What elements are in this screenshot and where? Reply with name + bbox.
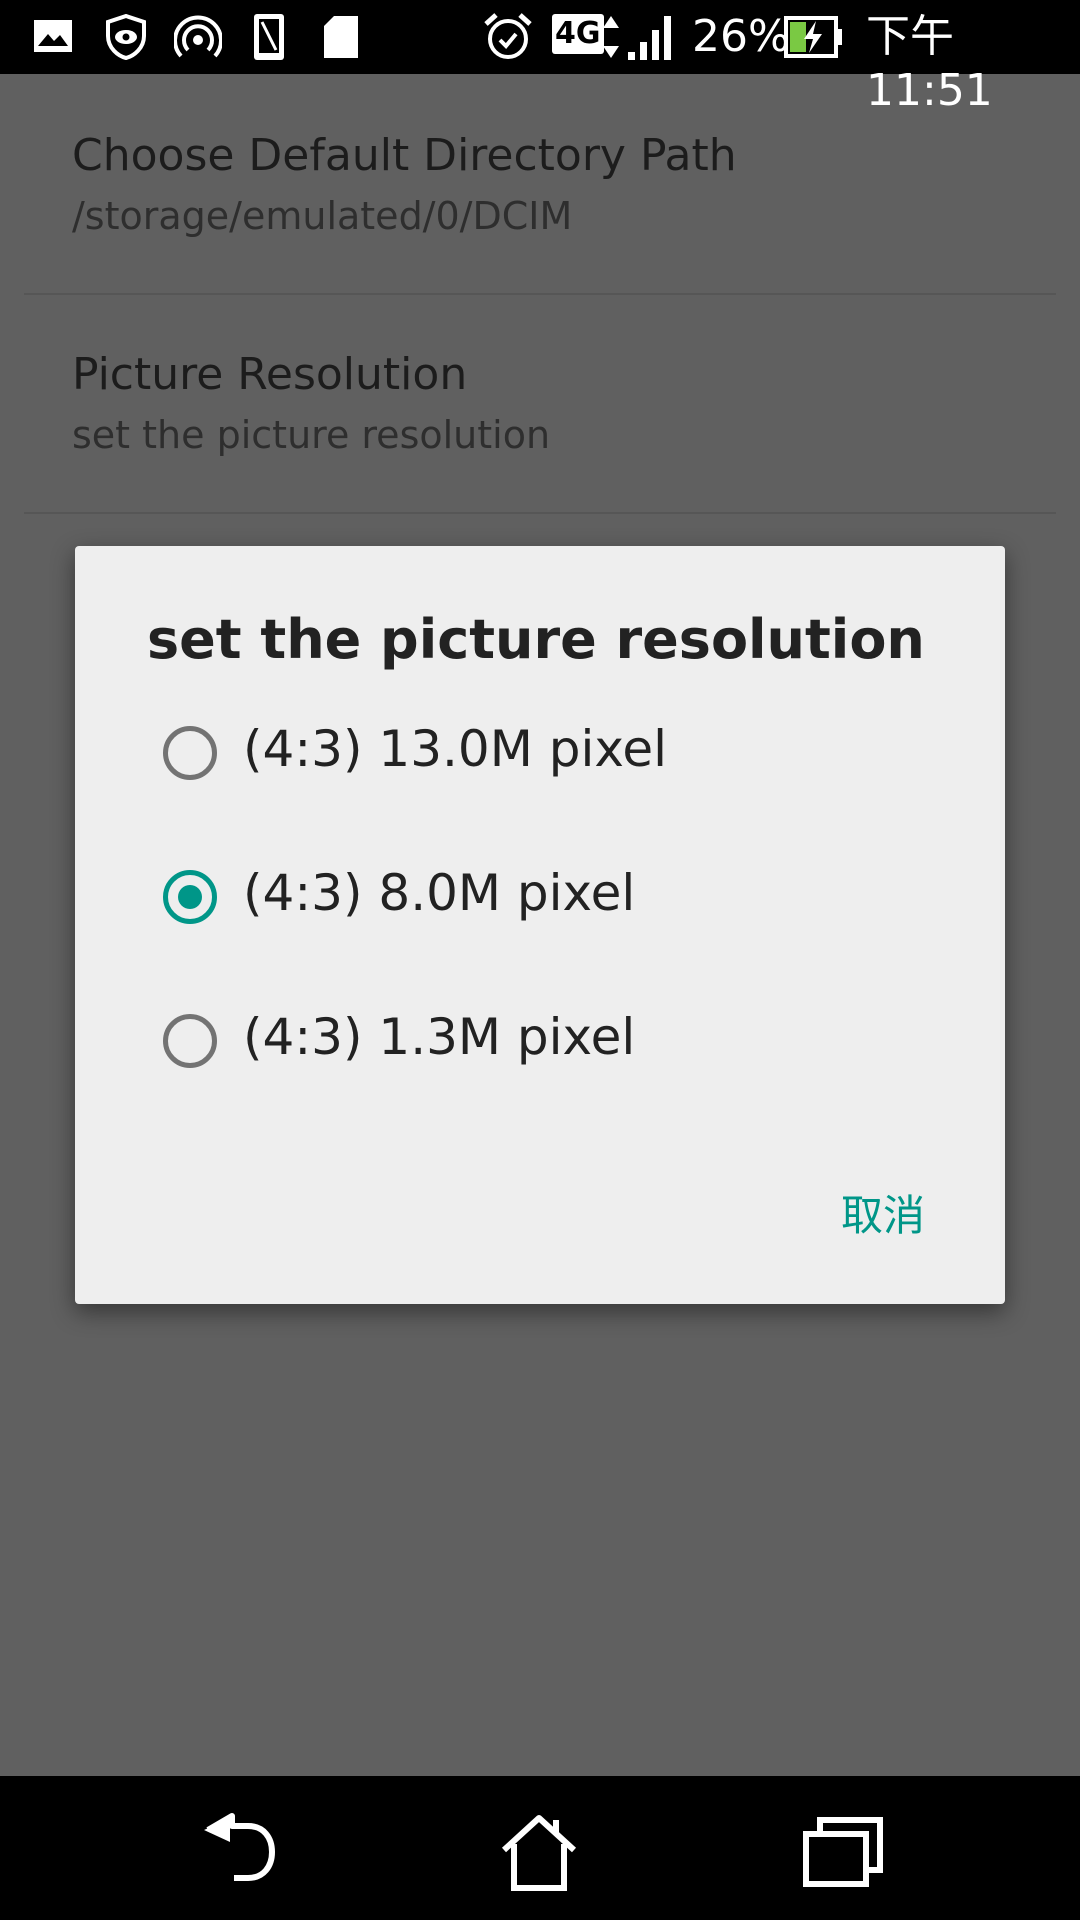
alarm-icon xyxy=(484,13,532,59)
radio-button[interactable] xyxy=(163,726,217,780)
option-13mp[interactable]: (4:3) 13.0M pixel xyxy=(115,690,975,820)
option-label: (4:3) 13.0M pixel xyxy=(243,720,668,778)
radio-dot xyxy=(178,885,202,909)
divider xyxy=(24,512,1056,514)
status-bar: 4G 26% 下午11:51 xyxy=(0,0,1080,116)
signal-icon xyxy=(628,16,671,60)
data-arrows-icon xyxy=(603,16,619,58)
nav-bar xyxy=(0,1776,1080,1920)
recents-icon[interactable] xyxy=(798,1812,888,1892)
gallery-icon xyxy=(34,20,72,52)
hotspot-icon xyxy=(174,15,222,58)
phone-icon xyxy=(254,14,284,60)
option-8mp[interactable]: (4:3) 8.0M pixel xyxy=(115,834,975,964)
radio-button[interactable] xyxy=(163,1014,217,1068)
pref-title: Picture Resolution xyxy=(72,349,468,400)
battery-charging-icon xyxy=(784,16,842,58)
option-label: (4:3) 1.3M pixel xyxy=(243,1008,636,1066)
pref-title: Choose Default Directory Path xyxy=(72,130,737,181)
sd-card-icon xyxy=(324,16,358,58)
pref-default-directory[interactable]: Choose Default Directory Path /storage/e… xyxy=(0,74,1080,294)
radio-button-checked[interactable] xyxy=(163,870,217,924)
pref-picture-resolution[interactable]: Picture Resolution set the picture resol… xyxy=(0,295,1080,515)
option-1-3mp[interactable]: (4:3) 1.3M pixel xyxy=(115,978,975,1108)
back-icon[interactable] xyxy=(196,1812,286,1892)
home-icon[interactable] xyxy=(494,1812,584,1892)
resolution-dialog: set the picture resolution (4:3) 13.0M p… xyxy=(75,546,1005,1304)
cancel-button[interactable]: 取消 xyxy=(841,1182,925,1243)
battery-percent: 26% xyxy=(692,11,790,62)
pref-summary: set the picture resolution xyxy=(72,413,551,457)
shield-eye-icon xyxy=(106,14,146,60)
pref-summary: /storage/emulated/0/DCIM xyxy=(72,194,573,238)
network-type-badge: 4G xyxy=(552,14,604,54)
option-label: (4:3) 8.0M pixel xyxy=(243,864,636,922)
dialog-title: set the picture resolution xyxy=(147,608,925,671)
